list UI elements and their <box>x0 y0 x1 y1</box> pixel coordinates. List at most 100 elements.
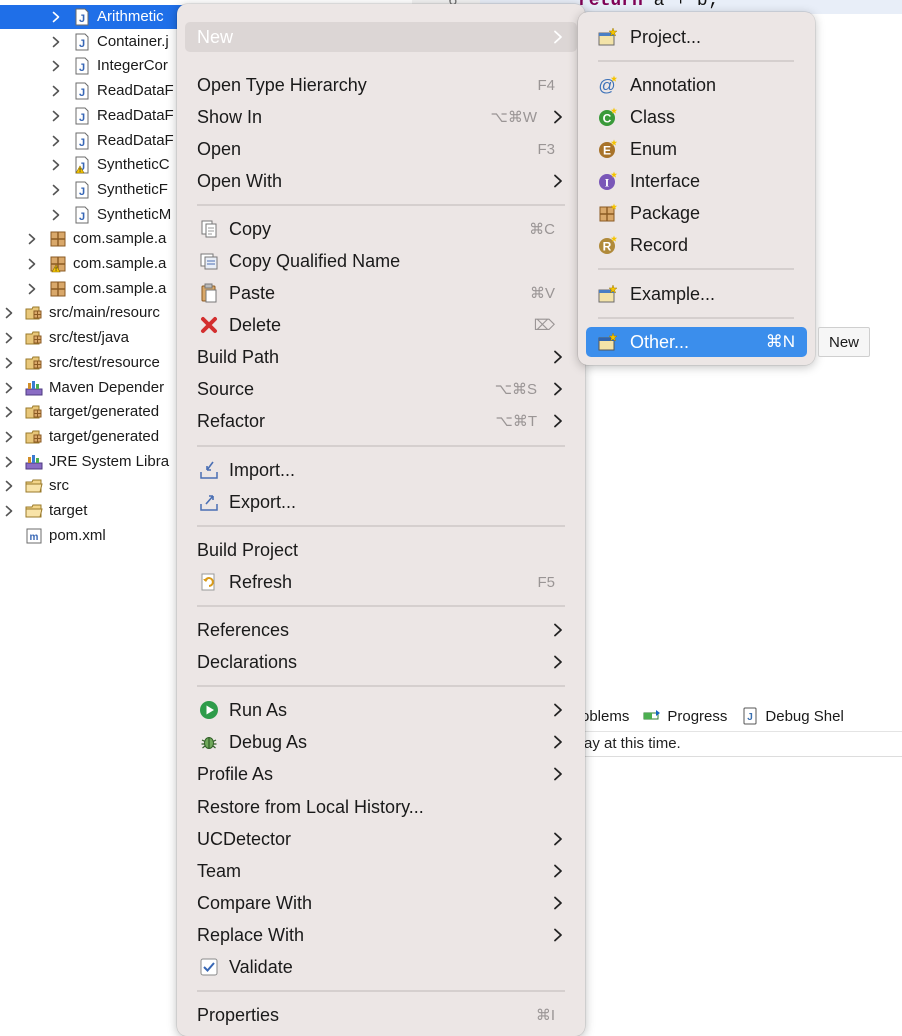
svg-text:E: E <box>603 144 611 158</box>
chevron-right-icon[interactable] <box>50 36 62 48</box>
code-text: a + b; <box>642 0 719 11</box>
tab-progress[interactable]: Progress <box>643 707 727 725</box>
library-icon <box>25 453 43 471</box>
menu-item-label: Copy <box>229 218 272 239</box>
tree-item-label: pom.xml <box>49 526 106 544</box>
chevron-right-icon[interactable] <box>26 283 38 295</box>
chevron-right-icon[interactable] <box>50 60 62 72</box>
submenu-item-class[interactable]: C Class <box>586 102 807 132</box>
chevron-right-icon[interactable] <box>3 332 15 344</box>
chevron-right-icon[interactable] <box>50 159 62 171</box>
chevron-right-icon[interactable] <box>50 110 62 122</box>
delete-icon <box>199 315 219 335</box>
chevron-right-icon[interactable] <box>50 209 62 221</box>
tree-item-label: ReadDataF <box>97 131 174 149</box>
menu-item-properties[interactable]: Properties ⌘I <box>185 1000 577 1030</box>
menu-item-label: Replace With <box>197 924 305 945</box>
java-file-icon: J <box>73 206 91 224</box>
chevron-right-icon[interactable] <box>3 357 15 369</box>
tree-item-label: src <box>49 477 69 495</box>
menu-item-paste[interactable]: Paste ⌘V <box>185 278 577 308</box>
svg-text:J: J <box>79 38 85 50</box>
menu-item-open-type-hierarchy[interactable]: Open Type Hierarchy F4 <box>185 70 577 100</box>
menu-item-copy-qualified-name[interactable]: Copy Qualified Name <box>185 246 577 276</box>
debug-shell-icon: J <box>741 707 759 725</box>
tab-debug-shell[interactable]: J Debug Shel <box>741 707 844 725</box>
menu-item-label: Build Project <box>197 539 299 560</box>
menu-item-copy[interactable]: Copy ⌘C <box>185 214 577 244</box>
chevron-right-icon[interactable] <box>26 233 38 245</box>
menu-item-build-project[interactable]: Build Project <box>185 535 577 565</box>
submenu-item-label: Package <box>630 202 701 223</box>
menu-item-build-path[interactable]: Build Path <box>185 342 577 372</box>
menu-item-import[interactable]: Import... <box>185 455 577 485</box>
submenu-item-annotation[interactable]: @ Annotation <box>586 70 807 100</box>
java-file-icon: J <box>73 132 91 150</box>
chevron-right-icon <box>553 735 563 749</box>
menu-item-ucdetector[interactable]: UCDetector <box>185 824 577 854</box>
menu-separator <box>598 60 794 62</box>
menu-item-source[interactable]: Source ⌥⌘S <box>185 374 577 404</box>
chevron-right-icon[interactable] <box>3 406 15 418</box>
menu-item-compare-with[interactable]: Compare With <box>185 888 577 918</box>
menu-item-references[interactable]: References <box>185 615 577 645</box>
chevron-right-icon[interactable] <box>3 307 15 319</box>
menu-item-export[interactable]: Export... <box>185 487 577 517</box>
menu-item-run-as[interactable]: Run As <box>185 695 577 725</box>
chevron-right-icon[interactable] <box>3 480 15 492</box>
chevron-right-icon[interactable] <box>3 382 15 394</box>
menu-item-shortcut: ⌥⌘S <box>494 381 537 398</box>
chevron-right-icon[interactable] <box>3 431 15 443</box>
submenu-item-enum[interactable]: E Enum <box>586 134 807 164</box>
menu-item-declarations[interactable]: Declarations <box>185 647 577 677</box>
menu-item-refactor[interactable]: Refactor ⌥⌘T <box>185 406 577 436</box>
menu-item-profile-as[interactable]: Profile As <box>185 759 577 789</box>
menu-item-restore-from-local-history[interactable]: Restore from Local History... <box>185 792 577 822</box>
menu-item-label: Import... <box>229 459 296 480</box>
menu-item-label: Open Type Hierarchy <box>197 74 367 95</box>
menu-separator <box>197 605 565 607</box>
source-folder-icon <box>25 428 43 446</box>
code-line[interactable]: return a + b; <box>578 0 718 11</box>
tree-item-label: Maven Depender <box>49 378 165 396</box>
chevron-right-icon[interactable] <box>26 258 38 270</box>
menu-item-label: Restore from Local History... <box>197 796 424 817</box>
annotation-icon: @ <box>598 75 618 95</box>
submenu-item-other[interactable]: Other... ⌘N <box>586 327 807 357</box>
menu-item-open[interactable]: Open F3 <box>185 134 577 164</box>
menu-item-open-with[interactable]: Open With <box>185 166 577 196</box>
submenu-item-label: Enum <box>630 138 678 159</box>
chevron-right-icon <box>553 832 563 846</box>
menu-item-debug-as[interactable]: Debug As <box>185 727 577 757</box>
class-icon: C <box>598 107 618 127</box>
chevron-right-icon[interactable] <box>50 135 62 147</box>
chevron-right-icon[interactable] <box>50 85 62 97</box>
tree-item-label: SyntheticF <box>97 180 168 198</box>
tree-item-label: SyntheticM <box>97 205 172 223</box>
submenu-item-project[interactable]: Project... <box>586 22 807 52</box>
import-icon <box>199 460 219 480</box>
menu-item-label: Validate <box>229 956 293 977</box>
menu-item-validate[interactable]: Validate <box>185 952 577 982</box>
chevron-right-icon[interactable] <box>50 184 62 196</box>
chevron-right-icon[interactable] <box>50 11 62 23</box>
menu-item-new[interactable]: New <box>185 22 577 52</box>
menu-item-show-in[interactable]: Show In ⌥⌘W <box>185 102 577 132</box>
record-icon: R <box>598 235 618 255</box>
submenu-item-package[interactable]: Package <box>586 198 807 228</box>
menu-item-refresh[interactable]: Refresh F5 <box>185 567 577 597</box>
submenu-item-record[interactable]: R Record <box>586 230 807 260</box>
menu-item-shortcut: F4 <box>537 76 555 94</box>
menu-item-delete[interactable]: Delete ⌦ <box>185 310 577 340</box>
tab-label: Debug Shel <box>765 707 844 725</box>
submenu-item-example[interactable]: Example... <box>586 279 807 309</box>
menu-item-team[interactable]: Team <box>185 856 577 886</box>
chevron-right-icon[interactable] <box>3 505 15 517</box>
submenu-item-interface[interactable]: I Interface <box>586 166 807 196</box>
menu-item-replace-with[interactable]: Replace With <box>185 920 577 950</box>
tree-item-label: ReadDataF <box>97 106 174 124</box>
source-folder-icon <box>25 354 43 372</box>
chevron-right-icon[interactable] <box>3 456 15 468</box>
menu-item-shortcut: ⌘V <box>529 285 555 302</box>
tooltip: New <box>818 327 871 357</box>
